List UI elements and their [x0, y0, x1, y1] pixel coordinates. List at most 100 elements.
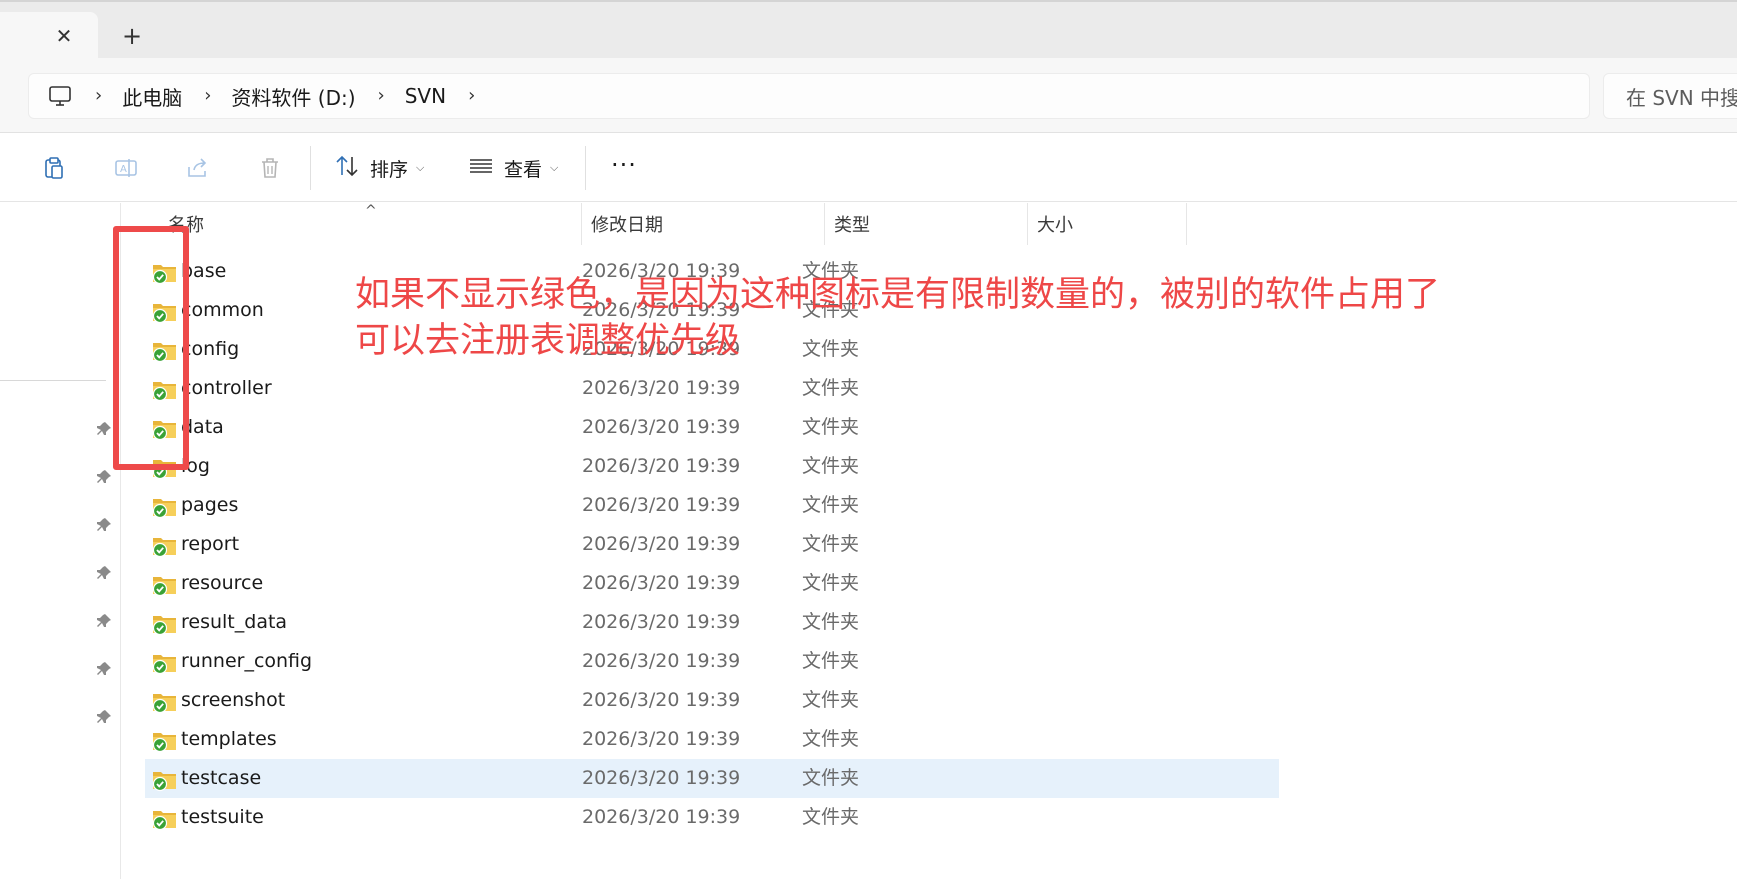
column-header: 名称 ^ 修改日期 类型 大小: [121, 203, 1737, 245]
pin-icon[interactable]: [96, 469, 112, 485]
toolbar-divider: [585, 146, 586, 190]
file-row-controller[interactable]: controller 2026/3/20 19:39 文件夹: [145, 369, 1279, 408]
more-options-button[interactable]: ···: [608, 152, 640, 184]
file-name: controller: [181, 377, 272, 399]
file-modified: 2026/3/20 19:39: [582, 728, 741, 750]
column-size[interactable]: 大小: [1027, 203, 1187, 245]
breadcrumb-this-pc[interactable]: 此电脑: [122, 82, 182, 111]
file-name: resource: [181, 572, 264, 594]
chevron-right-icon[interactable]: ›: [95, 87, 102, 105]
column-name-label: 名称: [168, 215, 204, 236]
delete-icon[interactable]: [254, 152, 286, 184]
file-modified: 2026/3/20 19:39: [582, 533, 741, 555]
pin-icon[interactable]: [96, 661, 112, 677]
file-row-runner_config[interactable]: runner_config 2026/3/20 19:39 文件夹: [145, 642, 1279, 681]
svn-folder-ok-icon: [152, 300, 178, 324]
svn-folder-ok-icon: [152, 729, 178, 753]
file-type: 文件夹: [802, 299, 860, 321]
file-name: testcase: [181, 767, 262, 789]
svn-folder-ok-icon: [152, 261, 178, 285]
file-type: 文件夹: [802, 494, 860, 516]
view-icon: [468, 153, 494, 183]
file-type: 文件夹: [802, 806, 860, 828]
file-name: log: [181, 455, 210, 477]
explorer-tab[interactable]: ✕: [0, 12, 98, 60]
file-row-log[interactable]: log 2026/3/20 19:39 文件夹: [145, 447, 1279, 486]
file-modified: 2026/3/20 19:39: [582, 455, 741, 477]
file-row-report[interactable]: report 2026/3/20 19:39 文件夹: [145, 525, 1279, 564]
svn-folder-ok-icon: [152, 534, 178, 558]
file-row-pages[interactable]: pages 2026/3/20 19:39 文件夹: [145, 486, 1279, 525]
view-label: 查看: [504, 158, 543, 181]
file-row-base[interactable]: base 2026/3/20 19:39 文件夹: [145, 252, 1279, 291]
file-row-data[interactable]: data 2026/3/20 19:39 文件夹: [145, 408, 1279, 447]
chevron-right-icon[interactable]: ›: [468, 87, 475, 105]
file-type: 文件夹: [802, 377, 860, 399]
file-row-testsuite[interactable]: testsuite 2026/3/20 19:39 文件夹: [145, 798, 1279, 837]
svg-text:A: A: [120, 164, 127, 175]
address-row: › 此电脑 › 资料软件 (D:) › SVN › 在 SVN 中搜: [0, 58, 1737, 133]
sort-button[interactable]: 排序 ⌵: [334, 152, 424, 184]
file-name: base: [181, 260, 227, 282]
breadcrumb-drive-d[interactable]: 资料软件 (D:): [231, 82, 355, 111]
file-row-common[interactable]: common 2026/3/20 19:39 文件夹: [145, 291, 1279, 330]
file-type: 文件夹: [802, 611, 860, 633]
file-type: 文件夹: [802, 260, 860, 282]
svn-folder-ok-icon: [152, 807, 178, 831]
column-type-label: 类型: [834, 215, 870, 236]
close-tab-icon[interactable]: ✕: [52, 24, 76, 48]
search-input[interactable]: 在 SVN 中搜: [1603, 73, 1737, 119]
sort-icon: [334, 153, 360, 183]
svn-folder-ok-icon: [152, 573, 178, 597]
file-modified: 2026/3/20 19:39: [582, 299, 741, 321]
file-row-screenshot[interactable]: screenshot 2026/3/20 19:39 文件夹: [145, 681, 1279, 720]
file-name: runner_config: [181, 650, 313, 672]
new-tab-icon[interactable]: +: [118, 22, 146, 50]
file-name: screenshot: [181, 689, 286, 711]
column-modified[interactable]: 修改日期: [581, 203, 821, 245]
file-row-templates[interactable]: templates 2026/3/20 19:39 文件夹: [145, 720, 1279, 759]
pin-icon[interactable]: [96, 517, 112, 533]
file-type: 文件夹: [802, 533, 860, 555]
file-row-resource[interactable]: resource 2026/3/20 19:39 文件夹: [145, 564, 1279, 603]
file-name: pages: [181, 494, 239, 516]
pin-icon[interactable]: [96, 613, 112, 629]
file-type: 文件夹: [802, 572, 860, 594]
file-row-testcase[interactable]: testcase 2026/3/20 19:39 文件夹: [145, 759, 1279, 798]
file-modified: 2026/3/20 19:39: [582, 494, 741, 516]
breadcrumb-svn[interactable]: SVN: [405, 84, 446, 108]
file-row-config[interactable]: config 2026/3/20 19:39 文件夹: [145, 330, 1279, 369]
share-icon[interactable]: [182, 152, 214, 184]
rename-icon[interactable]: A: [110, 152, 142, 184]
this-pc-icon[interactable]: [47, 83, 73, 109]
pin-icon[interactable]: [96, 709, 112, 725]
file-modified: 2026/3/20 19:39: [582, 572, 741, 594]
file-type: 文件夹: [802, 689, 860, 711]
column-type[interactable]: 类型: [824, 203, 1024, 245]
file-row-result_data[interactable]: result_data 2026/3/20 19:39 文件夹: [145, 603, 1279, 642]
view-button[interactable]: 查看 ⌵: [468, 152, 558, 184]
file-type: 文件夹: [802, 416, 860, 438]
column-size-label: 大小: [1037, 215, 1073, 236]
file-type: 文件夹: [802, 767, 860, 789]
file-modified: 2026/3/20 19:39: [582, 689, 741, 711]
chevron-right-icon[interactable]: ›: [378, 87, 385, 105]
svn-folder-ok-icon: [152, 456, 178, 480]
address-bar[interactable]: › 此电脑 › 资料软件 (D:) › SVN ›: [28, 73, 1590, 119]
chevron-right-icon[interactable]: ›: [204, 87, 211, 105]
file-name: testsuite: [181, 806, 264, 828]
paste-icon[interactable]: [38, 152, 70, 184]
navigation-pane: [0, 203, 121, 879]
file-modified: 2026/3/20 19:39: [582, 611, 741, 633]
svn-folder-ok-icon: [152, 651, 178, 675]
pin-icon[interactable]: [96, 565, 112, 581]
pin-icon[interactable]: [96, 421, 112, 437]
svn-folder-ok-icon: [152, 339, 178, 363]
file-modified: 2026/3/20 19:39: [582, 260, 741, 282]
sort-label: 排序: [370, 158, 409, 181]
title-bar: ✕ +: [0, 0, 1737, 60]
file-name: config: [181, 338, 240, 360]
file-name: data: [181, 416, 224, 438]
file-modified: 2026/3/20 19:39: [582, 806, 741, 828]
file-name: report: [181, 533, 240, 555]
